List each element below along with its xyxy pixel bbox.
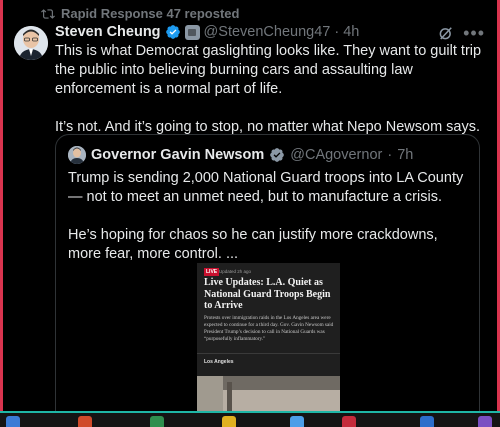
author-handle[interactable]: @StevenCheung47 — [204, 24, 331, 40]
quoted-author-handle[interactable]: @CAgovernor — [290, 147, 382, 163]
quoted-tweet[interactable]: Governor Gavin Newsom @CAgovernor · 7h T… — [55, 134, 480, 427]
article-screenshot[interactable]: LIVE Updated 2h ago Live Updates: L.A. Q… — [197, 263, 340, 423]
author-avatar[interactable] — [14, 26, 48, 60]
repost-label: Rapid Response 47 reposted — [61, 6, 240, 21]
separator-dot: · — [387, 147, 393, 163]
taskbar-app-icon[interactable] — [150, 416, 164, 427]
live-badge: LIVE — [204, 268, 220, 276]
verified-badge-icon[interactable] — [269, 147, 285, 163]
separator-dot: · — [334, 24, 340, 40]
more-options-icon[interactable]: ••• — [463, 24, 485, 42]
grok-icon[interactable] — [437, 24, 455, 42]
article-summary: Protests over immigration raids in the L… — [204, 315, 334, 342]
window-frame-left-edge — [0, 0, 3, 427]
quoted-author-avatar[interactable] — [68, 146, 86, 164]
verified-badge-icon[interactable] — [165, 24, 181, 40]
taskbar-app-icon[interactable] — [478, 416, 492, 427]
repost-indicator[interactable]: Rapid Response 47 reposted — [41, 6, 239, 21]
repost-icon — [41, 8, 55, 19]
taskbar-app-icon[interactable] — [342, 416, 356, 427]
quoted-timestamp[interactable]: 7h — [397, 147, 413, 163]
tweet[interactable]: Rapid Response 47 reposted Steven Cheung… — [5, 0, 495, 427]
quoted-paragraph: He’s hoping for chaos so he can justify … — [68, 227, 438, 262]
affiliation-badge-icon[interactable] — [184, 24, 200, 40]
article-divider — [197, 353, 340, 354]
author-header: Steven Cheung @StevenCheung47 · 4h — [55, 24, 359, 40]
article-meta: Updated 2h ago — [219, 269, 252, 274]
quoted-author-header: Governor Gavin Newsom @CAgovernor · 7h — [68, 146, 413, 164]
author-name[interactable]: Steven Cheung — [55, 24, 161, 40]
author-avatar-image — [14, 26, 48, 60]
taskbar-app-icon[interactable] — [290, 416, 304, 427]
post-paragraph: This is what Democrat gaslighting looks … — [55, 43, 482, 97]
article-location: Los Angeles — [204, 359, 234, 365]
post-timestamp[interactable]: 4h — [343, 24, 359, 40]
taskbar-app-icon[interactable] — [222, 416, 236, 427]
taskbar — [0, 413, 500, 427]
taskbar-app-icon[interactable] — [78, 416, 92, 427]
taskbar-app-icon[interactable] — [420, 416, 434, 427]
quoted-paragraph: Trump is sending 2,000 National Guard tr… — [68, 170, 464, 205]
quoted-author-name[interactable]: Governor Gavin Newsom — [91, 147, 264, 163]
taskbar-app-icon[interactable] — [6, 416, 20, 427]
article-headline: Live Updates: L.A. Quiet as National Gua… — [204, 277, 331, 311]
